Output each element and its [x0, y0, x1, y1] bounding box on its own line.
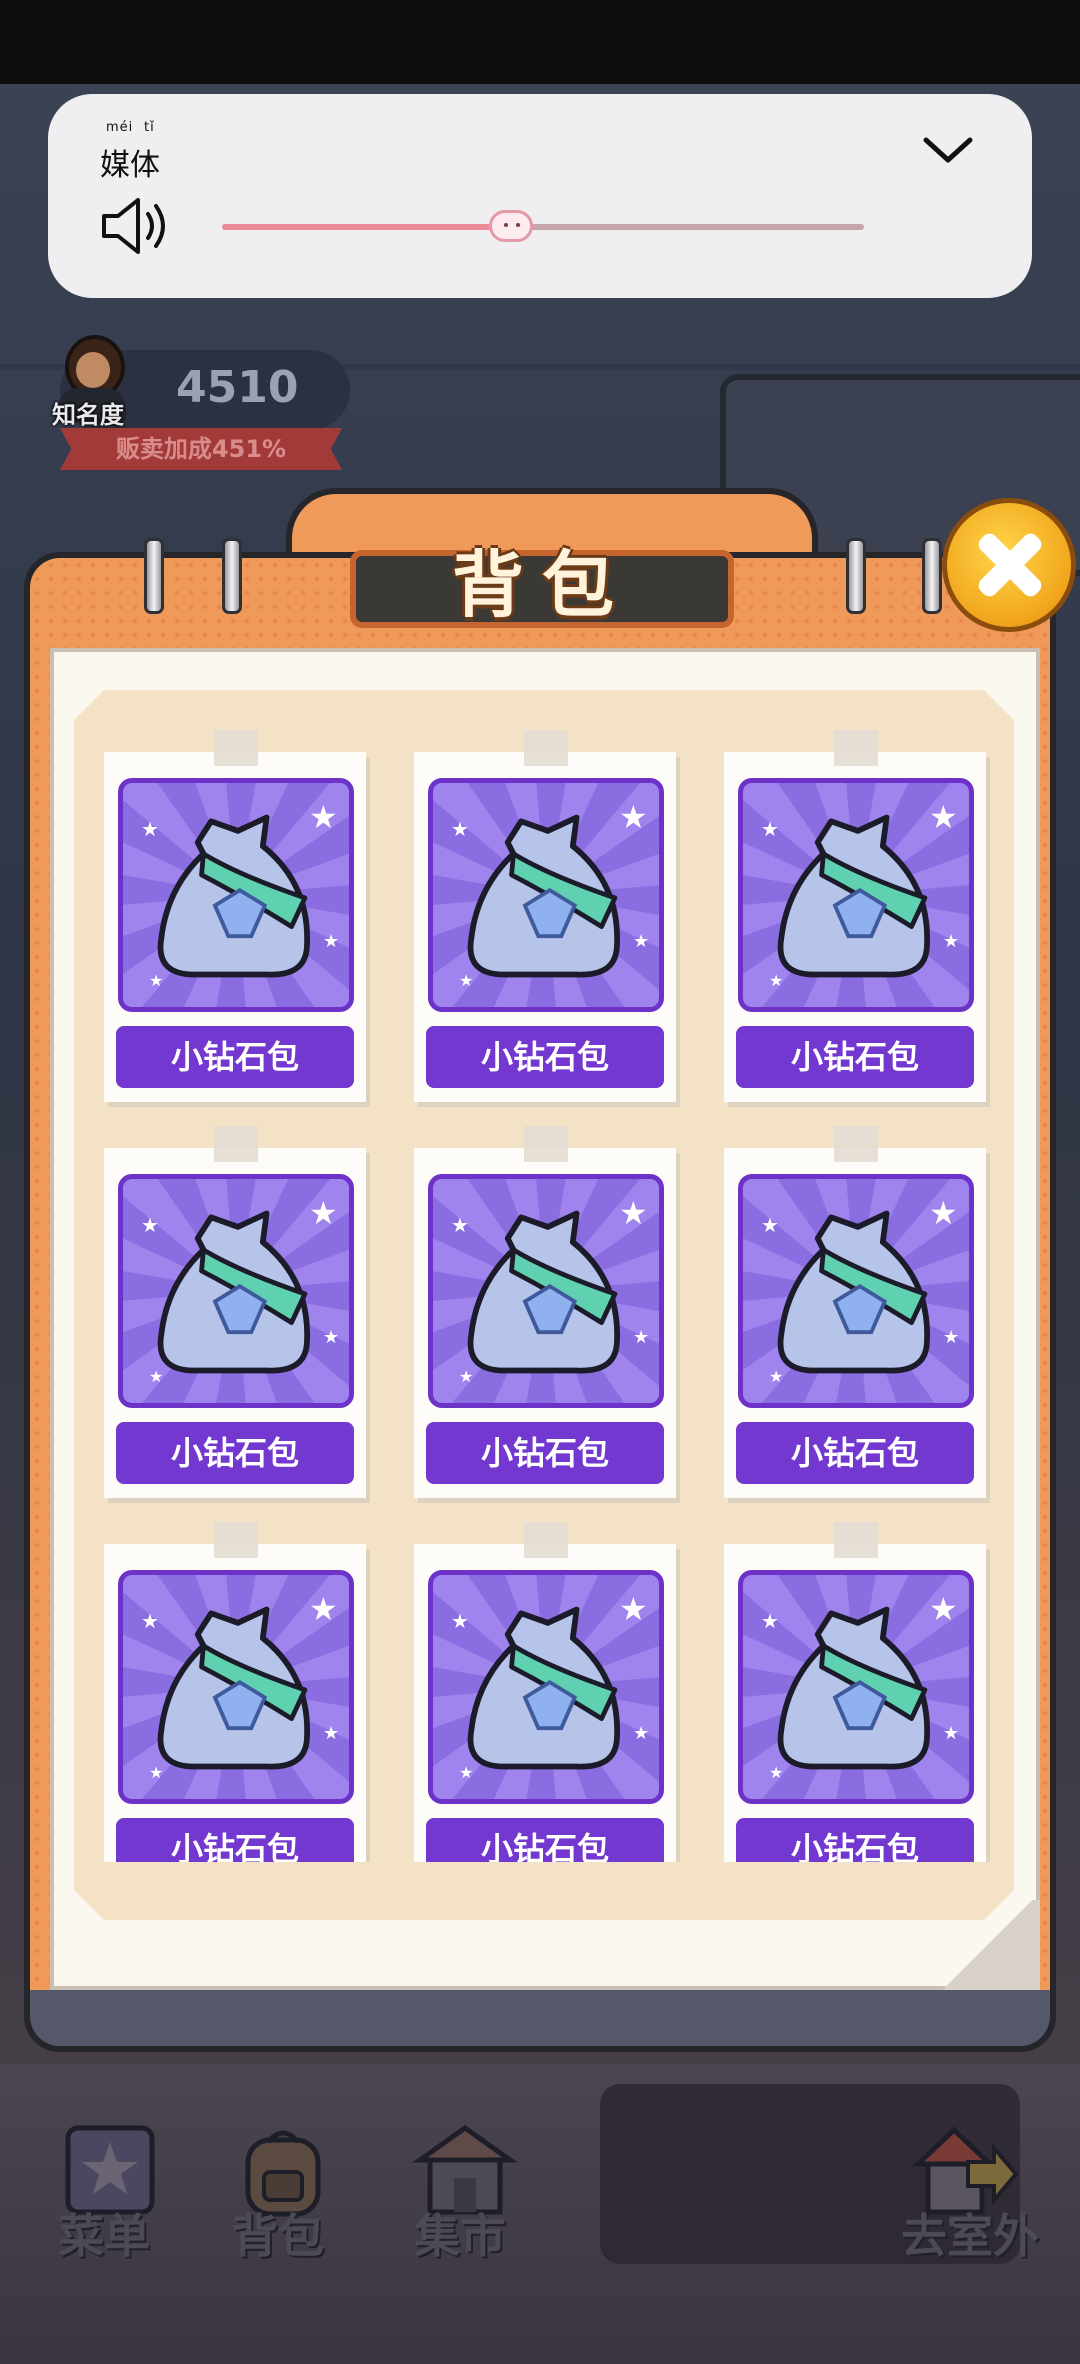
- tape: [524, 1126, 568, 1162]
- item-name: 小钻石包: [116, 1422, 354, 1484]
- tape: [214, 1126, 258, 1162]
- tape: [524, 1522, 568, 1558]
- nav-bag-label: 背包: [232, 2209, 324, 2263]
- item-name: 小钻石包: [736, 1818, 974, 1862]
- item-name: 小钻石包: [426, 1026, 664, 1088]
- pinyin-ti: tǐ: [144, 120, 155, 135]
- nav-menu-button[interactable]: 菜单: [14, 2100, 194, 2280]
- nav-menu-label: 菜单: [58, 2209, 150, 2263]
- sale-bonus-banner: 贩卖加成451%: [60, 428, 342, 470]
- diamond-bag-icon: ★ ★ ★ ★: [738, 1174, 974, 1408]
- diamond-bag-icon: ★ ★ ★ ★: [738, 1570, 974, 1804]
- nav-outside-button[interactable]: 去室外: [870, 2100, 1070, 2280]
- close-button[interactable]: [942, 498, 1076, 632]
- volume-slider-thumb[interactable]: [488, 210, 533, 242]
- tape: [834, 1522, 878, 1558]
- pinyin-mei: méi: [106, 120, 134, 135]
- backpack-window-base: [24, 1990, 1056, 2052]
- item-name: 小钻石包: [116, 1818, 354, 1862]
- binder-ring: [222, 538, 242, 614]
- binder-ring: [922, 538, 942, 614]
- volume-slider[interactable]: [222, 210, 864, 242]
- item-card[interactable]: ★ ★ ★ ★ 小钻石包: [104, 1126, 366, 1498]
- diamond-bag-icon: ★ ★ ★ ★: [428, 778, 664, 1012]
- nav-outside-label: 去室外: [901, 2209, 1039, 2263]
- item-name: 小钻石包: [426, 1818, 664, 1862]
- item-card[interactable]: ★ ★ ★ ★ 小钻石包: [724, 730, 986, 1102]
- nav-market-button[interactable]: 集市: [370, 2100, 550, 2280]
- chevron-down-icon[interactable]: [920, 130, 976, 170]
- diamond-bag-icon: ★ ★ ★ ★: [428, 1570, 664, 1804]
- status-bar: [0, 0, 1080, 84]
- volume-panel: méi tǐ 媒体: [48, 94, 1032, 298]
- item-card[interactable]: ★ ★ ★ ★ 小钻石包: [104, 1522, 366, 1862]
- binder-ring: [846, 538, 866, 614]
- tape: [524, 730, 568, 766]
- items-grid[interactable]: ★ ★ ★ ★ 小钻石包 ★ ★ ★ ★ 小钻石包 ★ ★ ★ ★ 小钻石包 ★ ★ ★ ★ 小钻石包 ★ ★ ★ ★ 小钻石包…: [74, 690, 1014, 1862]
- volume-title-text: 媒体: [100, 148, 160, 183]
- item-card[interactable]: ★ ★ ★ ★ 小钻石包: [724, 1522, 986, 1862]
- item-card[interactable]: ★ ★ ★ ★ 小钻石包: [104, 730, 366, 1102]
- item-card[interactable]: ★ ★ ★ ★ 小钻石包: [414, 730, 676, 1102]
- backpack-title: 背包: [451, 543, 632, 627]
- item-card[interactable]: ★ ★ ★ ★ 小钻石包: [414, 1126, 676, 1498]
- volume-slider-fill: [222, 224, 511, 230]
- diamond-bag-icon: ★ ★ ★ ★: [118, 1570, 354, 1804]
- item-name: 小钻石包: [736, 1422, 974, 1484]
- fame-value: 4510: [176, 362, 299, 413]
- nav-bag-button[interactable]: 背包: [188, 2100, 368, 2280]
- nav-market-label: 集市: [414, 2209, 506, 2263]
- item-name: 小钻石包: [736, 1026, 974, 1088]
- tape: [834, 730, 878, 766]
- item-name: 小钻石包: [426, 1422, 664, 1484]
- speaker-icon[interactable]: [98, 194, 170, 258]
- tape: [834, 1126, 878, 1162]
- item-card[interactable]: ★ ★ ★ ★ 小钻石包: [414, 1522, 676, 1862]
- binder-ring: [144, 538, 164, 614]
- item-name: 小钻石包: [116, 1026, 354, 1088]
- tape: [214, 1522, 258, 1558]
- item-card[interactable]: ★ ★ ★ ★ 小钻石包: [724, 1126, 986, 1498]
- diamond-bag-icon: ★ ★ ★ ★: [118, 1174, 354, 1408]
- fame-label: 知名度: [52, 401, 124, 429]
- tape: [214, 730, 258, 766]
- volume-title: méi tǐ 媒体: [100, 120, 160, 184]
- diamond-bag-icon: ★ ★ ★ ★: [428, 1174, 664, 1408]
- diamond-bag-icon: ★ ★ ★ ★: [118, 778, 354, 1012]
- diamond-bag-icon: ★ ★ ★ ★: [738, 778, 974, 1012]
